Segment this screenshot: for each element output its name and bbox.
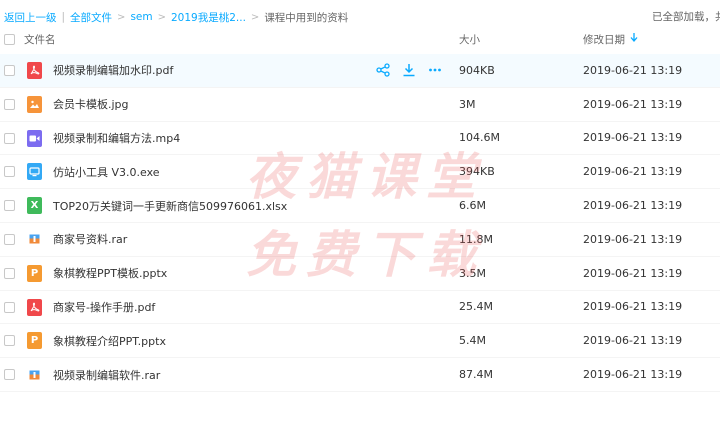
file-name[interactable]: 仿站小工具 V3.0.exe bbox=[53, 164, 160, 180]
file-row[interactable]: 视频录制和编辑方法.mp4 104.6M 2019-06-21 13:19 bbox=[0, 122, 720, 156]
ppt-file-icon: P bbox=[27, 264, 42, 282]
file-row[interactable]: 商家号-操作手册.pdf 25.4M 2019-06-21 13:19 bbox=[0, 291, 720, 325]
file-size: 5.4M bbox=[459, 334, 486, 348]
file-date: 2019-06-21 13:19 bbox=[583, 199, 683, 213]
pdf-file-icon bbox=[27, 62, 42, 79]
ppt-file-icon: P bbox=[27, 332, 42, 350]
column-date-header[interactable]: 修改日期 bbox=[583, 32, 638, 47]
file-date: 2019-06-21 13:19 bbox=[583, 266, 683, 280]
row-checkbox[interactable] bbox=[4, 335, 15, 347]
row-actions bbox=[376, 63, 442, 77]
row-checkbox[interactable] bbox=[4, 132, 15, 144]
file-row[interactable]: 视频录制编辑加水印.pdf 904KB 2019-06-21 13:19 bbox=[0, 54, 720, 88]
file-name[interactable]: 商家号-操作手册.pdf bbox=[53, 299, 155, 315]
file-list-header: 文件名 大小 修改日期 bbox=[0, 24, 720, 55]
column-size-header[interactable]: 大小 bbox=[459, 32, 480, 47]
file-date: 2019-06-21 13:19 bbox=[583, 300, 683, 314]
file-name[interactable]: 商家号资料.rar bbox=[53, 231, 127, 247]
more-icon[interactable] bbox=[428, 63, 442, 77]
chevron-right-icon: > bbox=[250, 11, 260, 23]
breadcrumb-2019[interactable]: 2019我是桃2... bbox=[171, 10, 246, 25]
breadcrumb: 返回上一级 | 全部文件 > sem > 2019我是桃2... > 课程中用到… bbox=[0, 10, 348, 25]
file-size: 904KB bbox=[459, 63, 495, 77]
chevron-right-icon: > bbox=[157, 11, 166, 23]
file-row[interactable]: P 象棋教程PPT模板.pptx 3.5M 2019-06-21 13:19 bbox=[0, 257, 720, 291]
rar-file-icon bbox=[27, 366, 42, 383]
row-checkbox[interactable] bbox=[4, 65, 15, 76]
file-row[interactable]: 商家号资料.rar 11.8M 2019-06-21 13:19 bbox=[0, 223, 720, 257]
row-checkbox[interactable] bbox=[4, 233, 15, 245]
row-checkbox[interactable] bbox=[4, 200, 15, 212]
file-list: 视频录制编辑加水印.pdf 904KB 2019-06-21 13:19 会员卡模板.… bbox=[0, 54, 720, 392]
file-date: 2019-06-21 13:19 bbox=[583, 63, 683, 77]
share-icon[interactable] bbox=[376, 63, 390, 77]
chevron-right-icon: > bbox=[117, 11, 126, 23]
exe-file-icon bbox=[27, 163, 42, 181]
file-size: 25.4M bbox=[459, 300, 493, 314]
file-name[interactable]: 象棋教程介绍PPT.pptx bbox=[53, 333, 166, 349]
column-name-header[interactable]: 文件名 bbox=[24, 32, 56, 47]
file-date: 2019-06-21 13:19 bbox=[583, 165, 683, 179]
arrow-down-icon bbox=[630, 33, 638, 45]
file-row[interactable]: 仿站小工具 V3.0.exe 394KB 2019-06-21 13:19 bbox=[0, 155, 720, 190]
file-row[interactable]: X TOP20万关键词一手更新商信509976061.xlsx 6.6M 2019-0… bbox=[0, 189, 720, 223]
row-checkbox[interactable] bbox=[4, 369, 15, 381]
breadcrumb-current: 课程中用到的资料 bbox=[264, 11, 349, 24]
rar-file-icon bbox=[27, 231, 42, 248]
row-checkbox[interactable] bbox=[4, 98, 15, 110]
back-link[interactable]: 返回上一级 bbox=[4, 10, 57, 25]
file-size: 6.6M bbox=[459, 199, 486, 213]
file-date: 2019-06-21 13:19 bbox=[583, 334, 683, 348]
file-name[interactable]: 会员卡模板.jpg bbox=[53, 96, 129, 112]
column-date-label: 修改日期 bbox=[583, 33, 625, 46]
file-size: 3.5M bbox=[459, 266, 486, 280]
file-name[interactable]: TOP20万关键词一手更新商信509976061.xlsx bbox=[53, 198, 287, 214]
breadcrumb-all-files[interactable]: 全部文件 bbox=[70, 10, 112, 25]
breadcrumb-sem[interactable]: sem bbox=[130, 11, 152, 23]
file-name[interactable]: 视频录制和编辑方法.mp4 bbox=[53, 130, 180, 146]
breadcrumb-divider: | bbox=[61, 11, 66, 23]
file-name[interactable]: 视频录制编辑软件.rar bbox=[53, 367, 160, 383]
file-name[interactable]: 象棋教程PPT模板.pptx bbox=[53, 265, 167, 281]
file-size: 104.6M bbox=[459, 131, 500, 145]
file-date: 2019-06-21 13:19 bbox=[583, 97, 683, 111]
download-icon[interactable] bbox=[402, 63, 416, 77]
excel-file-icon: X bbox=[27, 197, 42, 215]
file-size: 87.4M bbox=[459, 368, 493, 382]
file-date: 2019-06-21 13:19 bbox=[583, 232, 683, 246]
row-checkbox[interactable] bbox=[4, 267, 15, 279]
video-file-icon bbox=[27, 129, 42, 147]
select-all-checkbox[interactable] bbox=[4, 34, 15, 45]
file-size: 3M bbox=[459, 97, 476, 111]
file-size: 11.8M bbox=[459, 232, 493, 246]
file-date: 2019-06-21 13:19 bbox=[583, 368, 683, 382]
pdf-file-icon bbox=[27, 298, 42, 316]
row-checkbox[interactable] bbox=[4, 166, 15, 178]
file-date: 2019-06-21 13:19 bbox=[583, 131, 683, 145]
file-name[interactable]: 视频录制编辑加水印.pdf bbox=[53, 62, 173, 78]
image-file-icon bbox=[27, 95, 42, 113]
row-checkbox[interactable] bbox=[4, 301, 15, 313]
file-size: 394KB bbox=[459, 165, 495, 179]
file-row[interactable]: P 象棋教程介绍PPT.pptx 5.4M 2019-06-21 13:19 bbox=[0, 324, 720, 359]
file-row[interactable]: 会员卡模板.jpg 3M 2019-06-21 13:19 bbox=[0, 88, 720, 122]
file-row[interactable]: 视频录制编辑软件.rar 87.4M 2019-06-21 13:19 bbox=[0, 358, 720, 392]
